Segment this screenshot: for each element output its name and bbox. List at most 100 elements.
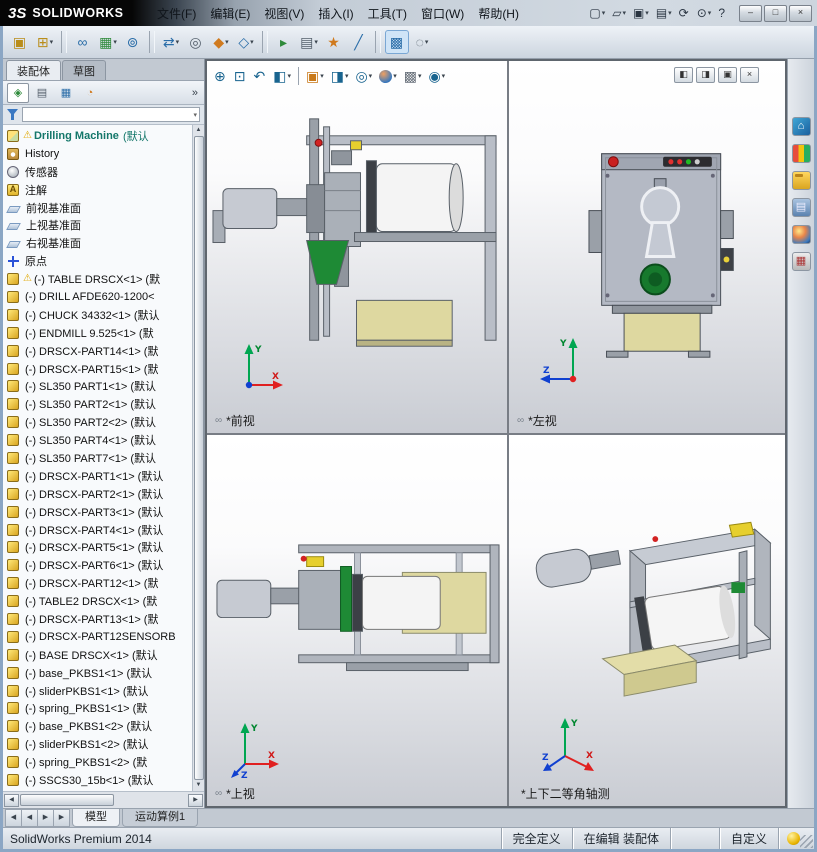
scroll-left-arrow-icon[interactable]: ◀ — [4, 793, 19, 807]
exploded-view-button[interactable]: ★ — [322, 30, 346, 54]
configurationmanager-tab[interactable]: ▦ — [55, 83, 77, 103]
tree-item[interactable]: 前视基准面 — [6, 199, 192, 217]
tree-item[interactable]: (-) DRSCX-PART3<1> (默认 — [7, 503, 192, 521]
close-button[interactable]: × — [789, 4, 812, 22]
menu-item[interactable]: 工具(T) — [361, 2, 414, 25]
scrollbar-thumb[interactable] — [193, 136, 204, 780]
tree-item[interactable]: (-) DRILL AFDE620-1200< — [7, 288, 192, 306]
explode-line-sketch-button[interactable]: ╱ — [347, 30, 371, 54]
tree-item[interactable]: 传感器 — [7, 163, 192, 181]
viewport-top[interactable]: Y X Z ∞ *上视 — [207, 435, 507, 806]
tab-scroll-first-button[interactable]: ◀ — [5, 809, 21, 827]
scroll-right-arrow-icon[interactable]: ▶ — [188, 793, 203, 807]
tree-item[interactable]: (-) DRSCX-PART6<1> (默认 — [7, 556, 192, 574]
displaymanager-tab[interactable]: ◔ — [79, 83, 101, 103]
custom-toolbar-menu[interactable]: 自定义 — [718, 828, 778, 849]
previous-view-button[interactable]: ↶ — [250, 65, 269, 87]
section-view-button[interactable]: ◧ ▾ — [270, 65, 294, 87]
edit-component-button[interactable]: ▣ — [8, 30, 32, 54]
resize-grip[interactable] — [800, 835, 813, 848]
menu-item[interactable]: 视图(V) — [257, 2, 311, 25]
pane-split-left-button[interactable]: ◧ — [674, 67, 693, 83]
viewport-front[interactable]: Y X ∞ *前视 — [207, 61, 507, 433]
view-palette-icon[interactable] — [791, 144, 811, 163]
tree-item[interactable]: (-) spring_PKBS1<1> (默 — [7, 700, 192, 718]
scroll-down-arrow-icon[interactable]: ▼ — [196, 781, 202, 790]
interference-detection-button[interactable]: ▩ — [385, 30, 409, 54]
solidworks-resources-icon[interactable]: ⌂ — [791, 117, 811, 136]
viewport-left[interactable]: Y Z ∞ *左视 — [509, 61, 785, 433]
tree-root-item[interactable]: ⚠ Drilling Machine (默认 — [7, 127, 192, 145]
file-explorer-icon[interactable]: ▤ — [791, 198, 811, 217]
tree-horizontal-scrollbar[interactable]: ◀ ▶ — [3, 791, 204, 808]
panel-overflow-chevron[interactable]: » — [192, 87, 200, 99]
tab-assembly[interactable]: 装配体 — [6, 60, 61, 80]
new-motion-study-button[interactable]: ▸ — [272, 30, 296, 54]
maximize-button[interactable]: □ — [764, 4, 787, 22]
move-component-button[interactable]: ⇄ ▾ — [159, 30, 183, 54]
tree-item[interactable]: 上视基准面 — [6, 216, 192, 234]
tree-item[interactable]: (-) TABLE2 DRSCX<1> (默 — [7, 592, 192, 610]
tree-item[interactable]: (-) sliderPKBS1<2> (默认 — [7, 735, 192, 753]
new-document-button[interactable]: ▢ ▾ — [586, 3, 608, 23]
tab-motion-study[interactable]: 运动算例1 — [122, 809, 199, 827]
tab-scroll-last-button[interactable]: ▶ — [53, 809, 70, 827]
menu-item[interactable]: 编辑(E) — [203, 2, 257, 25]
tree-item[interactable]: (-) DRSCX-PART2<1> (默认 — [7, 485, 192, 503]
propertymanager-tab[interactable]: ▤ — [31, 83, 53, 103]
open-document-button[interactable]: ▱ ▾ — [609, 3, 629, 23]
tab-scroll-next-button[interactable]: ▶ — [37, 809, 53, 827]
tree-item[interactable]: (-) SL350 PART1<1> (默认 — [7, 377, 192, 395]
menu-item[interactable]: 文件(F) — [150, 2, 203, 25]
tree-item[interactable]: 注解 — [7, 181, 192, 199]
assembly-features-button[interactable]: ◆ ▾ — [209, 30, 233, 54]
tree-vertical-scrollbar[interactable]: ▲ ▼ — [192, 125, 204, 791]
show-hidden-components-button[interactable]: ◎ — [184, 30, 208, 54]
reference-geometry-button[interactable]: ◇ ▾ — [234, 30, 258, 54]
zoom-to-area-button[interactable]: ⊡ — [231, 65, 250, 87]
isolate-button[interactable]: ◌ ▾ — [410, 30, 434, 54]
menu-item[interactable]: 帮助(H) — [471, 2, 526, 25]
edit-appearance-button[interactable]: ●▾ — [376, 65, 400, 87]
close-pane-button[interactable]: × — [740, 67, 759, 83]
bill-of-materials-button[interactable]: ▤ ▾ — [297, 30, 321, 54]
options-button[interactable]: ⊙ ▾ — [694, 3, 715, 23]
tree-item[interactable]: (-) SL350 PART2<1> (默认 — [7, 395, 192, 413]
view-orientation-button[interactable]: ▣ ▾ — [303, 65, 327, 87]
help-sphere-icon[interactable] — [787, 832, 800, 845]
tree-item[interactable]: (-) SL350 PART7<1> (默认 — [7, 449, 192, 467]
tree-item[interactable]: ⚠ (-) TABLE DRSCX<1> (默 — [7, 270, 192, 288]
hide-show-items-button[interactable]: ◎ ▾ — [352, 65, 375, 87]
tree-item[interactable]: (-) DRSCX-PART12SENSORB — [7, 628, 192, 646]
tab-model[interactable]: 模型 — [72, 809, 120, 827]
tree-item[interactable]: (-) DRSCX-PART14<1> (默 — [7, 342, 192, 360]
tree-item[interactable]: (-) base_PKBS1<2> (默认 — [7, 717, 192, 735]
print-button[interactable]: ▤ ▾ — [653, 3, 675, 23]
tab-scroll-prev-button[interactable]: ◀ — [21, 809, 37, 827]
scroll-up-arrow-icon[interactable]: ▲ — [196, 126, 202, 135]
menu-item[interactable]: 窗口(W) — [414, 2, 471, 25]
tree-item[interactable]: (-) sliderPKBS1<1> (默认 — [7, 682, 192, 700]
design-library-icon[interactable] — [791, 171, 811, 190]
tree-item[interactable]: (-) DRSCX-PART15<1> (默 — [7, 360, 192, 378]
insert-components-button[interactable]: ⊞ ▾ — [33, 30, 57, 54]
tree-item[interactable]: History — [7, 145, 192, 163]
display-style-button[interactable]: ◨ ▾ — [328, 65, 352, 87]
tree-item[interactable]: (-) DRSCX-PART5<1> (默认 — [7, 538, 192, 556]
custom-properties-icon[interactable]: ▦ — [791, 252, 811, 271]
tab-sketch[interactable]: 草图 — [62, 60, 106, 80]
tree-item[interactable]: (-) DRSCX-PART13<1> (默 — [7, 610, 192, 628]
graphics-area[interactable]: Y X ∞ *前视 Y Z ∞ *左视 Y X Z ∞ *上视 Y X Z *上… — [205, 59, 787, 808]
tree-item[interactable]: (-) SL350 PART2<2> (默认 — [7, 413, 192, 431]
menu-item[interactable]: 插入(I) — [311, 2, 360, 25]
tree-item[interactable]: 原点 — [7, 252, 192, 270]
help-button[interactable]: ? — [715, 3, 729, 23]
tree-item[interactable]: (-) SL350 PART4<1> (默认 — [7, 431, 192, 449]
tree-item[interactable]: (-) DRSCX-PART12<1> (默 — [7, 574, 192, 592]
pane-split-right-button[interactable]: ◨ — [696, 67, 715, 83]
restore-pane-button[interactable]: ▣ — [718, 67, 737, 83]
scrollbar-thumb[interactable] — [20, 794, 114, 806]
filter-input[interactable]: ▾ — [22, 107, 200, 122]
tree-item[interactable]: 右视基准面 — [6, 234, 192, 252]
rebuild-button[interactable]: ⟳ — [676, 3, 693, 23]
